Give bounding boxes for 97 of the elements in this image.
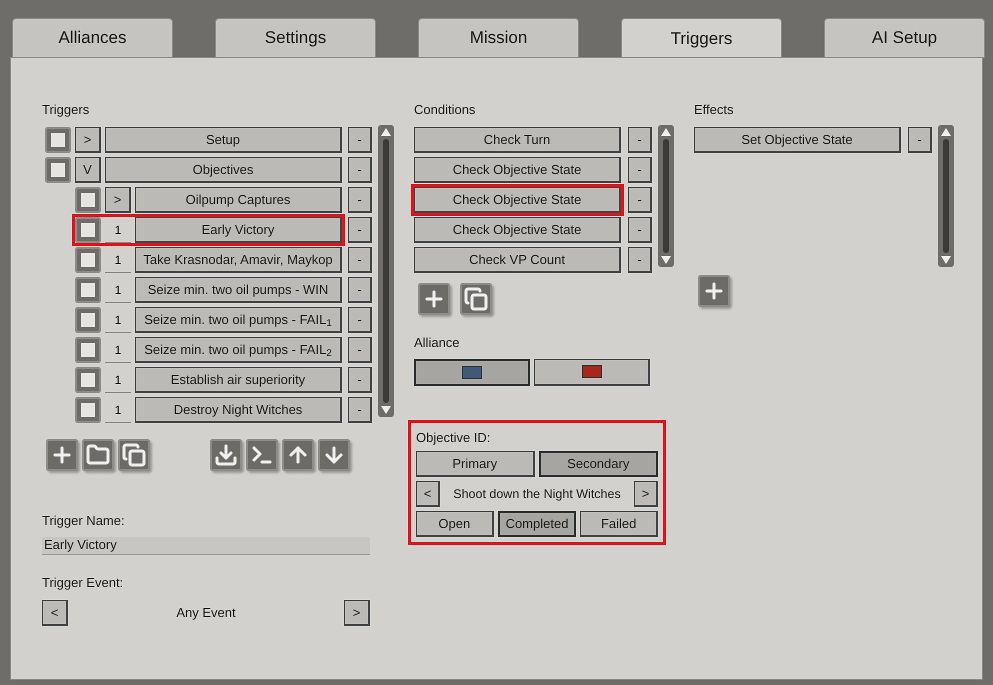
arrow-down-icon[interactable] (318, 439, 350, 471)
remove-button[interactable]: - (348, 247, 372, 273)
remove-button[interactable]: - (628, 247, 652, 273)
remove-button[interactable]: - (348, 397, 372, 423)
remove-button[interactable]: - (348, 307, 372, 333)
objective-type-button[interactable]: Primary (416, 451, 534, 477)
tab[interactable]: Triggers (621, 18, 782, 59)
remove-button[interactable]: - (348, 217, 372, 243)
trigger-button[interactable]: Seize min. two oil pumps - FAIL$_{2}$ (135, 337, 342, 363)
trigger-button[interactable]: Seize min. two oil pumps - WIN (135, 277, 342, 303)
checkbox[interactable] (75, 247, 101, 273)
add-icon[interactable] (418, 283, 450, 315)
checkbox[interactable] (75, 397, 101, 423)
scrollbar[interactable] (378, 125, 394, 417)
folder-icon[interactable] (82, 439, 114, 471)
folder-button[interactable]: Setup (105, 127, 342, 153)
trigger-button[interactable]: Establish air superiority (135, 367, 342, 393)
scroll-down-icon[interactable] (380, 405, 392, 415)
field-label: Trigger Event: (42, 574, 124, 592)
scroll-up-icon[interactable] (380, 127, 392, 137)
scroll-up-icon[interactable] (660, 127, 672, 137)
objective-name: Shoot down the Night Witches (452, 486, 622, 503)
trigger-count: 1 (105, 367, 131, 393)
scrollbar[interactable] (938, 125, 954, 267)
checkbox[interactable] (45, 157, 71, 183)
trigger-button[interactable]: Destroy Night Witches (135, 397, 342, 423)
section-heading: Conditions (414, 101, 476, 119)
expand-toggle[interactable]: > (105, 187, 131, 213)
scroll-down-icon[interactable] (940, 255, 952, 265)
expand-toggle[interactable]: > (75, 127, 101, 153)
objective-state-button[interactable]: Completed (498, 511, 576, 537)
tab[interactable]: Alliances (12, 18, 173, 58)
scroll-up-icon[interactable] (940, 127, 952, 137)
remove-button[interactable]: - (908, 127, 932, 153)
remove-button[interactable]: - (628, 157, 652, 183)
trigger-count: 1 (105, 277, 131, 303)
objective-state-button[interactable]: Open (416, 511, 494, 537)
arrow-up-icon[interactable] (282, 439, 314, 471)
expand-toggle[interactable]: V (75, 157, 101, 183)
remove-button[interactable]: - (348, 367, 372, 393)
scroll-down-icon[interactable] (660, 255, 672, 265)
checkbox[interactable] (75, 277, 101, 303)
section-heading: Alliance (414, 334, 461, 352)
checkbox[interactable] (75, 307, 101, 333)
action-button[interactable]: Check Objective State (414, 157, 621, 183)
remove-button[interactable]: - (628, 127, 652, 153)
checkbox[interactable] (75, 337, 101, 363)
add-icon[interactable] (46, 439, 78, 471)
trigger-count: 1 (105, 217, 131, 243)
import-icon[interactable] (210, 439, 242, 471)
remove-button[interactable]: - (348, 277, 372, 303)
alliance-button[interactable] (534, 358, 650, 386)
trigger-count: 1 (105, 397, 131, 423)
trigger-count: 1 (105, 337, 131, 363)
action-button[interactable]: Check Objective State (414, 187, 621, 213)
folder-button[interactable]: Objectives (105, 157, 342, 183)
tab[interactable]: Settings (215, 18, 376, 58)
previous-button[interactable]: < (416, 481, 440, 507)
scrollbar[interactable] (658, 125, 674, 267)
action-button[interactable]: Check Turn (414, 127, 621, 153)
field-label: Trigger Name: (42, 512, 126, 530)
terminal-icon[interactable] (246, 439, 278, 471)
checkbox[interactable] (45, 127, 71, 153)
next-button[interactable]: > (344, 600, 370, 626)
section-heading: Effects (694, 101, 735, 119)
alliance-button[interactable] (414, 358, 530, 386)
remove-button[interactable]: - (628, 217, 652, 243)
tab[interactable]: Mission (418, 18, 579, 58)
trigger-count: 1 (105, 247, 131, 273)
previous-button[interactable]: < (42, 600, 68, 626)
action-button[interactable]: Check VP Count (414, 247, 621, 273)
objective-state-button[interactable]: Failed (580, 511, 658, 537)
remove-button[interactable]: - (348, 127, 372, 153)
section-heading: Objective ID: (416, 428, 492, 447)
copy-icon[interactable] (118, 439, 150, 471)
checkbox[interactable] (75, 217, 101, 243)
action-button[interactable]: Check Objective State (414, 217, 621, 243)
checkbox[interactable] (75, 187, 101, 213)
trigger-button[interactable]: Take Krasnodar, Amavir, Maykop (135, 247, 342, 273)
remove-button[interactable]: - (348, 337, 372, 363)
checkbox[interactable] (75, 367, 101, 393)
remove-button[interactable]: - (628, 187, 652, 213)
action-button[interactable]: Set Objective State (694, 127, 901, 153)
next-button[interactable]: > (634, 481, 658, 507)
remove-button[interactable]: - (348, 157, 372, 183)
remove-button[interactable]: - (348, 187, 372, 213)
folder-button[interactable]: Oilpump Captures (135, 187, 342, 213)
tab[interactable]: AI Setup (824, 18, 985, 58)
trigger-event-value: Any Event (175, 604, 237, 622)
copy-icon[interactable] (460, 283, 492, 315)
trigger-name-field[interactable]: Early Victory (42, 536, 370, 554)
objective-type-button[interactable]: Secondary (538, 451, 658, 477)
trigger-button[interactable]: Early Victory (135, 217, 342, 243)
trigger-button[interactable]: Seize min. two oil pumps - FAIL$_{1}$ (135, 307, 342, 333)
trigger-count: 1 (105, 307, 131, 333)
section-heading: Triggers (42, 101, 90, 119)
add-icon[interactable] (698, 275, 730, 307)
